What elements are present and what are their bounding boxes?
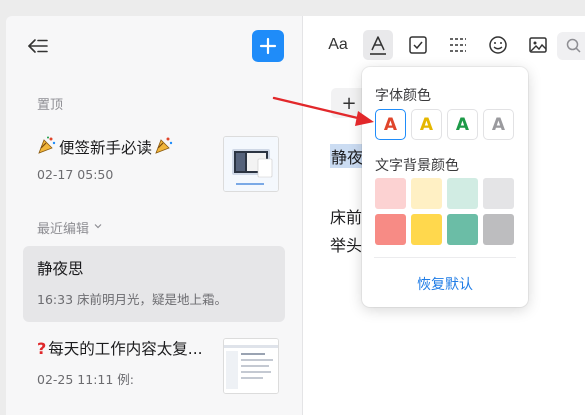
- note-thumbnail: [223, 136, 279, 192]
- bg-color-light-green-swatch[interactable]: [447, 178, 478, 209]
- font-color-glyph: A: [383, 114, 398, 135]
- bg-color-gray-swatch[interactable]: [483, 214, 514, 245]
- note-content-line[interactable]: 举头: [330, 232, 362, 256]
- new-note-button[interactable]: [252, 30, 284, 62]
- search-icon: [566, 38, 581, 53]
- note-item[interactable]: 便签新手必读 02-17 05:50: [23, 124, 285, 200]
- font-color-green-swatch[interactable]: A: [447, 109, 478, 140]
- font-color-glyph: A: [419, 114, 434, 135]
- party-popper-icon: [154, 135, 174, 159]
- window-top-strip: [0, 0, 585, 16]
- checkbox-icon: [409, 36, 427, 54]
- divider-icon: [450, 38, 466, 52]
- font-color-glyph: A: [491, 114, 506, 135]
- bg-color-red-swatch[interactable]: [375, 214, 406, 245]
- note-subtitle: 16:33 床前明月光，疑是地上霜。: [37, 292, 227, 307]
- font-color-button[interactable]: [363, 30, 393, 60]
- note-subtitle: 02-25 11:11 例:: [37, 372, 135, 387]
- bg-color-heading: 文字背景颜色: [375, 158, 459, 174]
- font-color-glyph: A: [455, 114, 470, 135]
- note-title-text: 静夜思: [37, 260, 84, 278]
- question-mark-icon: ?: [37, 338, 47, 358]
- bg-color-light-red-swatch[interactable]: [375, 178, 406, 209]
- image-button[interactable]: [523, 30, 553, 60]
- collapse-sidebar-button[interactable]: [26, 33, 52, 59]
- plus-icon: [259, 37, 277, 55]
- note-thumbnail: [223, 338, 279, 394]
- font-color-icon: [370, 36, 386, 55]
- sidebar-header: [6, 16, 302, 74]
- search-box[interactable]: [557, 32, 585, 60]
- font-size-label: Aa: [328, 36, 348, 53]
- collapse-arrow-icon: [28, 39, 48, 53]
- popover-divider: [374, 257, 516, 258]
- recent-section-label: 最近编辑: [37, 222, 90, 237]
- image-icon: [529, 37, 547, 53]
- font-size-button[interactable]: Aa: [323, 30, 353, 60]
- note-content-title[interactable]: 静夜: [330, 144, 365, 168]
- annotation-arrow-icon: [272, 96, 374, 126]
- bg-color-yellow-swatch[interactable]: [411, 214, 442, 245]
- reset-default-button[interactable]: 恢复默认: [362, 274, 528, 294]
- note-title: 便签新手必读: [37, 135, 174, 159]
- recent-section-toggle[interactable]: 最近编辑: [37, 218, 103, 237]
- bg-color-light-yellow-swatch[interactable]: [411, 178, 442, 209]
- note-item[interactable]: 静夜思 16:33 床前明月光，疑是地上霜。: [23, 246, 285, 322]
- font-color-yellow-swatch[interactable]: A: [411, 109, 442, 140]
- note-item[interactable]: ? 每天的工作内容太复... 02-25 11:11 例:: [23, 326, 285, 402]
- note-title: ? 每天的工作内容太复...: [37, 337, 203, 359]
- note-title-text: 每天的工作内容太复...: [48, 340, 203, 358]
- editor-toolbar: Aa: [303, 16, 585, 74]
- divider-button[interactable]: [443, 30, 473, 60]
- notes-sidebar: 置顶 便签新手必读 02-17 05:50 最近编辑 静夜思 16:33 床前明…: [6, 16, 302, 415]
- font-color-heading: 字体颜色: [375, 88, 431, 104]
- color-popover: 字体颜色 A A A A 文字背景颜色 恢复默认: [362, 67, 528, 307]
- note-title-text: 便签新手必读: [59, 139, 153, 157]
- note-subtitle: 02-17 05:50: [37, 167, 114, 182]
- emoji-button[interactable]: [483, 30, 513, 60]
- checkbox-button[interactable]: [403, 30, 433, 60]
- chevron-down-icon: [93, 220, 103, 235]
- bg-color-green-swatch[interactable]: [447, 214, 478, 245]
- bg-color-light-gray-swatch[interactable]: [483, 178, 514, 209]
- pinned-section-label: 置顶: [37, 98, 64, 113]
- note-content-line[interactable]: 床前: [330, 204, 362, 228]
- emoji-icon: [489, 36, 507, 54]
- note-title: 静夜思: [37, 257, 84, 279]
- party-popper-icon: [37, 135, 57, 159]
- font-color-gray-swatch[interactable]: A: [483, 109, 514, 140]
